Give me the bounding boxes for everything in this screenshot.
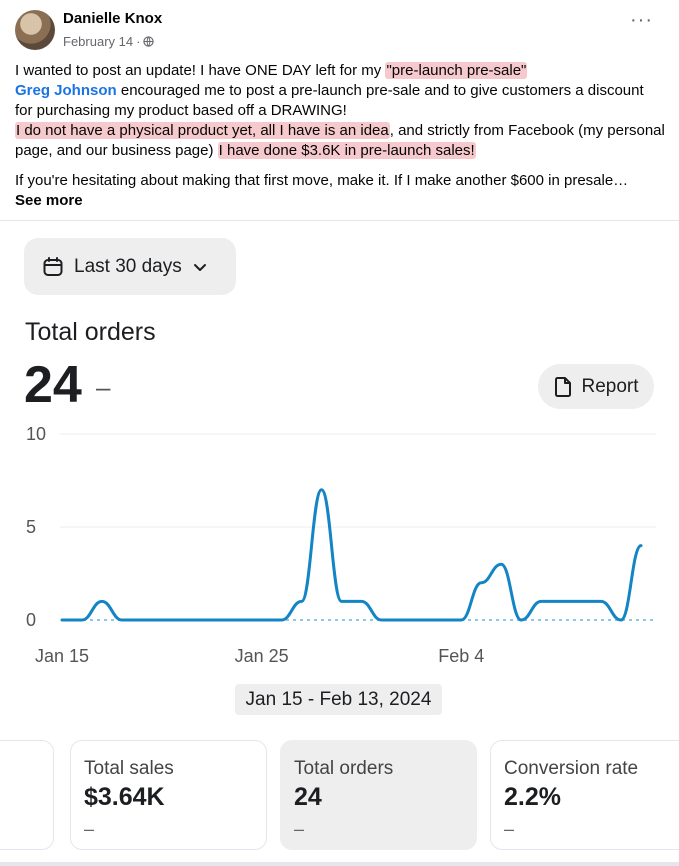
- date-separator: ·: [136, 34, 141, 49]
- date-range-selector[interactable]: Last 30 days: [24, 238, 236, 295]
- facebook-post: Danielle Knox February 14 · ··· I wanted …: [0, 0, 679, 221]
- y-tick-label: 0: [26, 610, 36, 630]
- post-body: I wanted to post an update! I have ONE D…: [15, 61, 665, 211]
- avatar[interactable]: [15, 10, 55, 50]
- total-change: –: [96, 372, 111, 402]
- chevron-down-icon: [193, 263, 206, 271]
- calendar-icon: [43, 256, 63, 276]
- x-tick-label: Jan 25: [235, 646, 289, 666]
- post-meta: February 14 ·: [63, 34, 155, 49]
- metric-card-total-orders[interactable]: Total orders 24 –: [280, 740, 477, 850]
- metric-card-partial[interactable]: [0, 740, 54, 850]
- metric-value: 2.2%: [504, 783, 561, 811]
- metric-card-total-sales[interactable]: Total sales $3.64K –: [70, 740, 267, 850]
- post-date[interactable]: February 14: [63, 34, 133, 49]
- document-icon: [555, 376, 572, 397]
- metric-value: 24: [294, 783, 322, 811]
- metric-change: –: [84, 819, 95, 839]
- see-more-link[interactable]: See more: [15, 191, 665, 211]
- date-range-label: Last 30 days: [74, 255, 182, 277]
- highlight-sales: I have done $3.6K in pre-launch sales!: [217, 142, 476, 159]
- report-button[interactable]: Report: [538, 364, 654, 409]
- total-orders-value: 24: [24, 356, 82, 414]
- orders-line-chart: 10 5 0 Jan 15 Jan 25 Feb 4: [26, 424, 656, 666]
- highlight-idea: I do not have a physical product yet, al…: [15, 122, 390, 139]
- mention-link[interactable]: Greg Johnson: [15, 82, 117, 99]
- y-tick-label: 10: [26, 424, 46, 444]
- page-title: Total orders: [25, 318, 156, 346]
- author-name[interactable]: Danielle Knox: [63, 10, 162, 27]
- metric-label: Total sales: [84, 758, 174, 779]
- metric-change: –: [504, 819, 515, 839]
- date-range-caption: Jan 15 - Feb 13, 2024: [235, 684, 442, 715]
- metric-change: –: [294, 819, 305, 839]
- more-options-icon[interactable]: ···: [630, 10, 653, 30]
- post-paragraph-2: If you're hesitating about making that f…: [15, 172, 629, 189]
- highlight-presale: "pre-launch pre-sale": [385, 62, 528, 79]
- y-tick-label: 5: [26, 517, 36, 537]
- x-tick-label: Jan 15: [35, 646, 89, 666]
- metric-card-conversion-rate[interactable]: Conversion rate 2.2% –: [490, 740, 679, 850]
- bottom-divider: [0, 862, 679, 866]
- metric-label: Total orders: [294, 758, 394, 779]
- series-line: [60, 488, 643, 622]
- metric-value: $3.64K: [84, 783, 165, 811]
- report-label: Report: [581, 375, 639, 397]
- globe-icon: [143, 36, 155, 47]
- post-paragraph-1: I wanted to post an update! I have ONE D…: [15, 62, 665, 159]
- x-tick-label: Feb 4: [438, 646, 484, 666]
- metric-label: Conversion rate: [504, 758, 639, 779]
